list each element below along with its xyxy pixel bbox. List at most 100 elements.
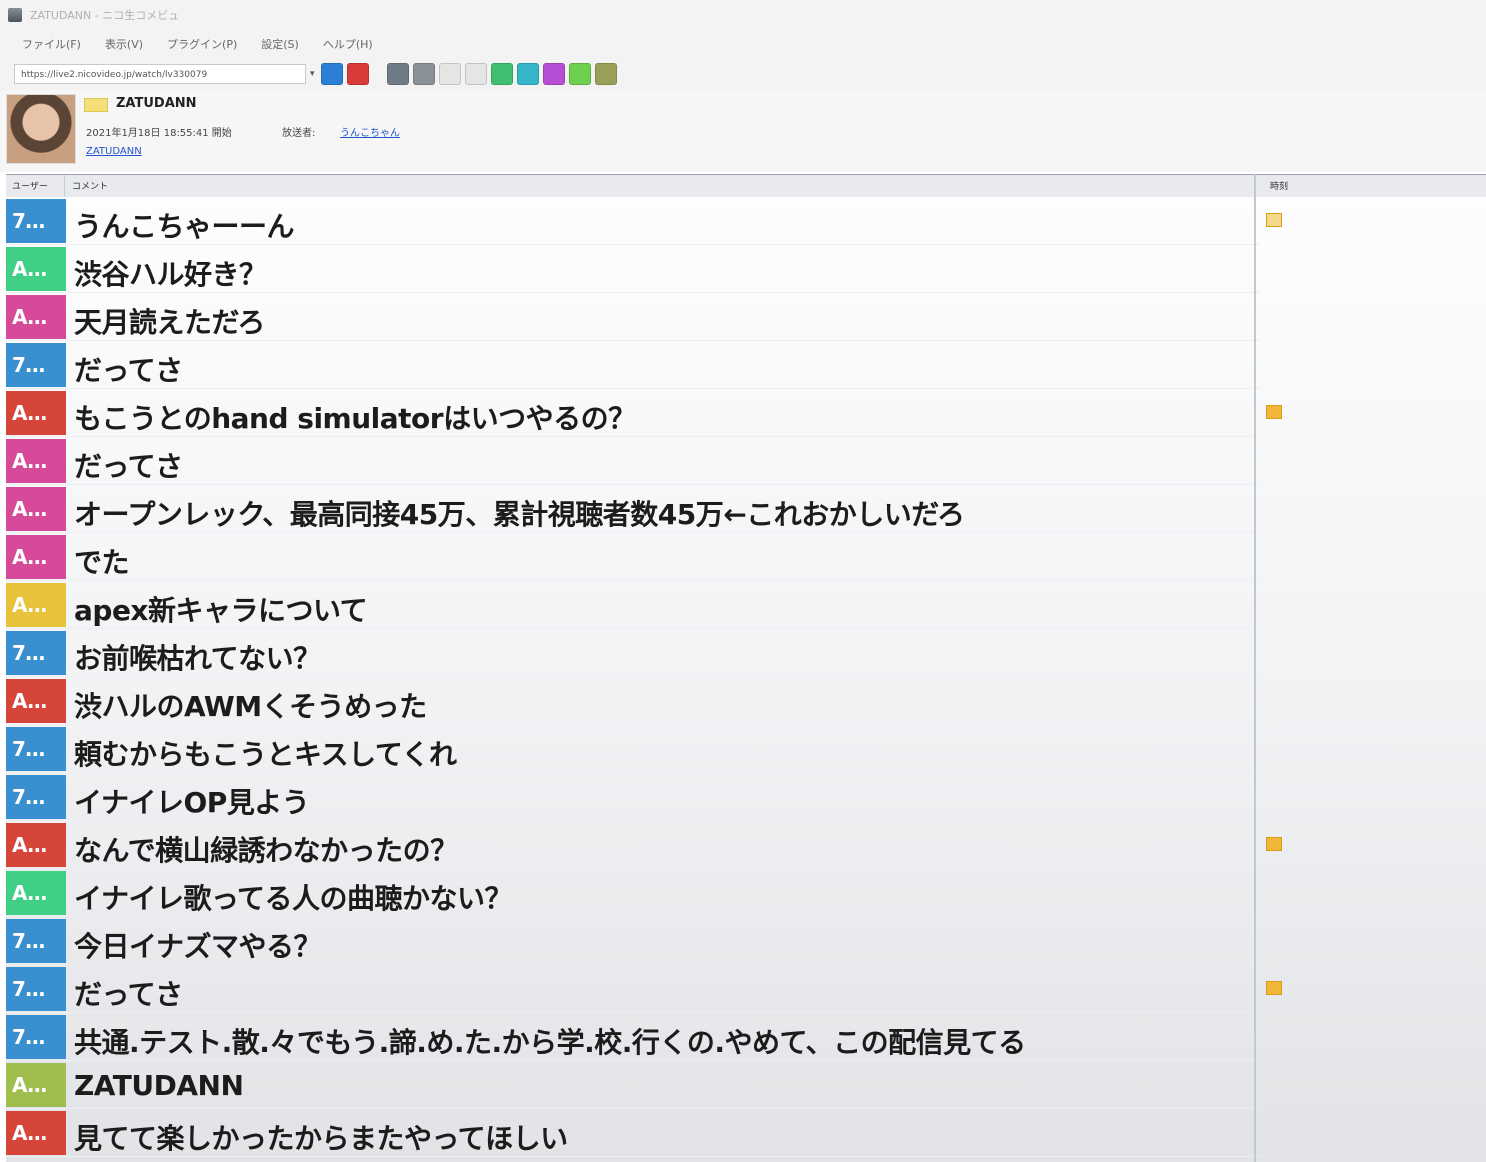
comment-text: オープンレック、最高同接45万、累計視聴者数45万←これおかしいだろ: [74, 498, 965, 531]
owner-link[interactable]: うんこちゃん: [340, 124, 400, 139]
comment-row[interactable]: A... もこうとのhand simulatorはいつやるの？: [6, 389, 1486, 437]
user-badge[interactable]: A...: [6, 439, 66, 483]
user-badge[interactable]: 7...: [6, 631, 66, 675]
comment-row[interactable]: A... 渋ハルのAWMくそうめった: [6, 677, 1486, 725]
comment-row[interactable]: A... なんで横山緑誘わなかったの？: [6, 821, 1486, 869]
user-badge[interactable]: A...: [6, 535, 66, 579]
flag-icon: [1266, 981, 1282, 995]
copy-button[interactable]: [412, 63, 435, 85]
comment-text: もこうとのhand simulatorはいつやるの？: [74, 402, 636, 435]
comment-text: だってさ: [74, 354, 183, 387]
plugin-button[interactable]: [542, 63, 565, 85]
comment-row[interactable]: A... でた: [6, 533, 1486, 581]
comment-text: 見てて楽しかったからまたやってほしい: [74, 1122, 568, 1155]
comment-row[interactable]: A... だってさ: [6, 437, 1486, 485]
start-time: 2021年1月18日 18:55:41 開始: [86, 128, 232, 139]
blank-button-2[interactable]: [464, 63, 487, 85]
disconnect-button[interactable]: [346, 63, 369, 85]
column-header-user[interactable]: ユーザー: [12, 179, 48, 192]
comment-text: 今日イナズマやる？: [74, 930, 321, 963]
user-badge[interactable]: 7...: [6, 199, 66, 243]
comment-text: 渋谷ハル好き？: [74, 258, 267, 291]
blank-button-1[interactable]: [438, 63, 461, 85]
comment-row[interactable]: 7... 共通.テスト.散.々でもう.諦.め.た.から学.校.行くの.やめて、この…: [6, 1013, 1486, 1061]
comment-row[interactable]: A... イナイレ歌ってる人の曲聴かない？: [6, 869, 1486, 917]
avatar: [6, 94, 76, 164]
misc-button[interactable]: [594, 63, 617, 85]
menu-settings[interactable]: 設定(S): [261, 36, 299, 52]
url-input[interactable]: https://live2.nicovideo.jp/watch/lv33007…: [14, 64, 306, 84]
column-divider[interactable]: [1254, 174, 1256, 1162]
user-badge[interactable]: A...: [6, 391, 66, 435]
flag-icon: [1266, 405, 1282, 419]
user-badge[interactable]: 7...: [6, 1015, 66, 1059]
flag-icon: [1266, 213, 1282, 227]
comment-row[interactable]: A... apex新キャラについて: [6, 581, 1486, 629]
user-badge[interactable]: A...: [6, 1111, 66, 1155]
comment-text: イナイレOP見よう: [74, 786, 310, 819]
menu-plugin[interactable]: プラグイン(P): [167, 36, 237, 52]
comment-row[interactable]: A... ZATUDANN: [6, 1061, 1486, 1109]
flag-icon: [1266, 837, 1282, 851]
column-header-comment[interactable]: コメント: [72, 179, 108, 192]
comment-text: だってさ: [74, 978, 183, 1011]
comment-text: うんこちゃーーん: [74, 210, 295, 243]
title-bar: ZATUDANN - ニコ生コメビュ: [0, 0, 1486, 30]
comment-list-header: ユーザー コメント 時刻: [6, 174, 1486, 198]
comment-row[interactable]: 7... イナイレOP見よう: [6, 773, 1486, 821]
user-badge[interactable]: A...: [6, 487, 66, 531]
toolbar: https://live2.nicovideo.jp/watch/lv33007…: [0, 58, 1486, 90]
row-separator: [6, 1156, 1260, 1157]
user-badge[interactable]: 7...: [6, 967, 66, 1011]
menu-bar: ファイル(F) 表示(V) プラグイン(P) 設定(S) ヘルプ(H): [0, 30, 1486, 58]
save-button[interactable]: [386, 63, 409, 85]
comment-text: 渋ハルのAWMくそうめった: [74, 690, 427, 723]
comment-text: イナイレ歌ってる人の曲聴かない？: [74, 882, 513, 915]
comment-row[interactable]: 7... だってさ: [6, 341, 1486, 389]
speech-on-button[interactable]: [490, 63, 513, 85]
comment-text: 共通.テスト.散.々でもう.諦.め.た.から学.校.行くの.やめて、この配信見て…: [74, 1026, 1026, 1059]
app-icon: [8, 8, 22, 22]
comment-text: でた: [74, 546, 130, 579]
comment-row[interactable]: 7... お前喉枯れてない？: [6, 629, 1486, 677]
user-badge[interactable]: A...: [6, 679, 66, 723]
comment-text: だってさ: [74, 450, 183, 483]
owner-label: 放送者:: [282, 128, 316, 139]
stream-info: ZATUDANN 2021年1月18日 18:55:41 開始 放送者: うんこ…: [0, 90, 1486, 172]
settings-button[interactable]: [568, 63, 591, 85]
window-button[interactable]: [516, 63, 539, 85]
user-badge[interactable]: A...: [6, 295, 66, 339]
comment-list[interactable]: 7... うんこちゃーーん A... 渋谷ハル好き？ A... 天月読えただろ 7... だっ…: [6, 197, 1486, 1162]
comment-text: なんで横山緑誘わなかったの？: [74, 834, 458, 867]
user-badge[interactable]: 7...: [6, 727, 66, 771]
user-badge[interactable]: 7...: [6, 775, 66, 819]
channel-star-icon: [84, 98, 108, 112]
user-badge[interactable]: 7...: [6, 343, 66, 387]
comment-row[interactable]: 7... 今日イナズマやる？: [6, 917, 1486, 965]
comment-row[interactable]: A... 天月読えただろ: [6, 293, 1486, 341]
connect-button[interactable]: [320, 63, 343, 85]
comment-text: お前喉枯れてない？: [74, 642, 321, 675]
user-badge[interactable]: A...: [6, 247, 66, 291]
comment-text: apex新キャラについて: [74, 594, 368, 627]
channel-name: ZATUDANN: [116, 96, 197, 111]
menu-help[interactable]: ヘルプ(H): [323, 36, 373, 52]
url-dropdown-icon[interactable]: ▾: [310, 69, 315, 79]
menu-file[interactable]: ファイル(F): [22, 36, 81, 52]
menu-view[interactable]: 表示(V): [105, 36, 143, 52]
user-badge[interactable]: A...: [6, 823, 66, 867]
comment-row[interactable]: A... 渋谷ハル好き？: [6, 245, 1486, 293]
comment-text: 天月読えただろ: [74, 306, 265, 339]
user-badge[interactable]: A...: [6, 583, 66, 627]
comment-row[interactable]: 7... うんこちゃーーん: [6, 197, 1486, 245]
comment-row[interactable]: A... 見てて楽しかったからまたやってほしい: [6, 1109, 1486, 1157]
user-badge[interactable]: A...: [6, 871, 66, 915]
comment-text: 頼むからもこうとキスしてくれ: [74, 738, 457, 771]
comment-row[interactable]: 7... 頼むからもこうとキスしてくれ: [6, 725, 1486, 773]
community-link[interactable]: ZATUDANN: [86, 146, 142, 157]
comment-row[interactable]: A... オープンレック、最高同接45万、累計視聴者数45万←これおかしいだろ: [6, 485, 1486, 533]
user-badge[interactable]: 7...: [6, 919, 66, 963]
user-badge[interactable]: A...: [6, 1063, 66, 1107]
comment-row[interactable]: 7... だってさ: [6, 965, 1486, 1013]
column-header-time[interactable]: 時刻: [1270, 179, 1288, 192]
